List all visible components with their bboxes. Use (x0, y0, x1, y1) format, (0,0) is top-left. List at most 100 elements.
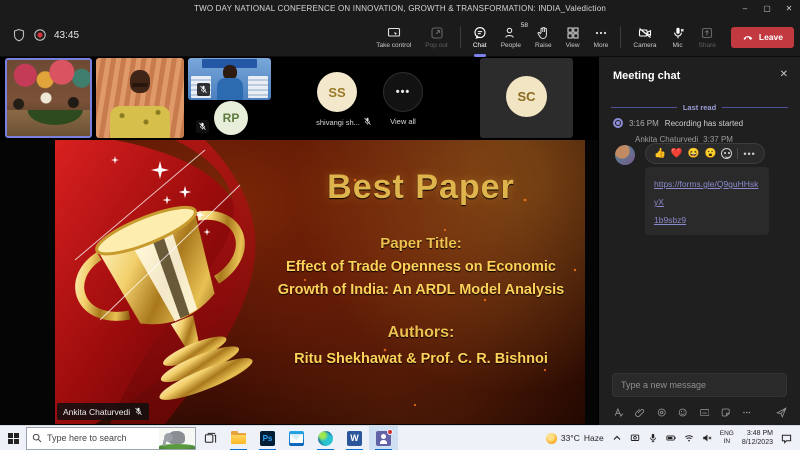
compose-more-icon[interactable] (742, 407, 751, 418)
slide-title: Best Paper (265, 168, 577, 207)
mic-muted-icon (196, 120, 209, 133)
taskbar-search[interactable] (26, 427, 196, 450)
taskbar-photoshop[interactable]: Ps (253, 426, 282, 450)
avatar-tile-sc[interactable]: SC (480, 58, 573, 138)
language-indicator[interactable]: ENG IN (720, 430, 734, 447)
meeting-timer: 43:45 (54, 30, 79, 41)
maximize-button[interactable]: ▢ (756, 0, 778, 16)
taskbar-teams[interactable] (369, 426, 398, 450)
meeting-toolbar: 43:45 Take control Pop out Chat 58 Peopl… (0, 16, 800, 57)
laugh-reaction[interactable]: 😆 (688, 149, 700, 159)
sticker-icon[interactable] (721, 407, 730, 418)
thumbs-up-reaction[interactable]: 👍 (654, 149, 666, 159)
taskbar-edge[interactable] (311, 426, 340, 450)
weather-widget[interactable]: 33°C Haze (546, 433, 604, 444)
video-tile-speaker[interactable] (96, 58, 184, 138)
hangup-icon (742, 31, 754, 43)
tray-expand-chevron[interactable] (612, 433, 622, 443)
paper-title-line1: Effect of Trade Openness on Economic (265, 259, 577, 275)
notification-dot (387, 429, 393, 435)
authors-names: Ritu Shekhawat & Prof. C. R. Bishnoi (265, 351, 577, 367)
view-button[interactable]: View (559, 19, 587, 55)
search-icon (32, 433, 42, 443)
best-paper-slide: Best Paper Paper Title: Effect of Trade … (55, 140, 585, 424)
leave-button[interactable]: Leave (731, 27, 794, 48)
tray-mic-icon[interactable] (648, 433, 658, 443)
file-explorer-icon (231, 431, 246, 446)
task-view-icon (204, 432, 217, 445)
share-button[interactable]: Share (692, 19, 723, 55)
taskbar-clock[interactable]: 3:48 PM 8/12/2023 (742, 429, 773, 448)
taskbar-mail[interactable] (282, 426, 311, 450)
more-button[interactable]: More (587, 19, 616, 55)
mic-muted-icon (363, 117, 372, 128)
task-view-button[interactable] (196, 432, 224, 445)
action-center-icon[interactable] (781, 433, 792, 444)
search-input[interactable] (47, 433, 159, 443)
chat-close-icon[interactable]: ✕ (780, 69, 788, 80)
pop-out-button[interactable]: Pop out (418, 19, 454, 55)
raise-hand-button[interactable]: Raise (528, 19, 559, 55)
people-button[interactable]: 58 People (494, 19, 528, 55)
heart-reaction[interactable]: ❤️ (671, 149, 683, 159)
tray-volume-muted-icon[interactable] (702, 433, 712, 443)
message-more-options[interactable]: ••• (743, 149, 755, 159)
toolbar-divider (620, 26, 621, 48)
new-message-input[interactable] (612, 373, 787, 397)
window-title: TWO DAY NATIONAL CONFERENCE ON INNOVATIO… (0, 4, 800, 13)
video-tile-stage-room[interactable] (5, 58, 92, 138)
reaction-settings-icon[interactable] (721, 148, 732, 159)
loop-component-icon[interactable] (657, 407, 666, 418)
take-control-button[interactable]: Take control (369, 19, 418, 55)
mail-icon (289, 431, 304, 446)
avatar-shivangi[interactable]: SS (317, 72, 357, 112)
avatar-rp[interactable]: RP (214, 101, 248, 135)
presenter-name-tag: Ankita Chaturvedi (57, 403, 149, 420)
avatar-sc: SC (506, 76, 547, 117)
minimize-button[interactable]: – (734, 0, 756, 16)
start-button[interactable] (0, 426, 26, 450)
reaction-bar: 👍 ❤️ 😆 😮 ••• (645, 143, 765, 164)
taskbar-word[interactable]: W (340, 426, 369, 450)
paper-title-label: Paper Title: (265, 235, 577, 252)
close-button[interactable]: ✕ (778, 0, 800, 16)
camera-button[interactable]: Camera (626, 19, 663, 55)
chat-icon (473, 26, 487, 40)
attach-icon[interactable] (635, 407, 644, 418)
system-tray: 33°C Haze ENG IN 3:48 PM 8/12/2023 (546, 429, 800, 448)
recording-started-event: 3:16 PM Recording has started (613, 118, 743, 128)
message-author-avatar[interactable] (615, 145, 635, 165)
edge-icon (318, 431, 333, 446)
chat-button[interactable]: Chat (466, 19, 494, 55)
send-icon[interactable] (776, 406, 787, 419)
paper-title-line2: Growth of India: An ARDL Model Analysis (265, 282, 577, 298)
mic-muted-icon (134, 407, 143, 416)
video-feed (7, 60, 90, 136)
tray-display-icon[interactable] (630, 433, 640, 443)
search-highlight-elephant-image[interactable] (159, 428, 195, 449)
event-text: Recording has started (665, 119, 743, 128)
camera-off-icon (638, 26, 652, 40)
mic-off-icon (671, 26, 685, 40)
mic-button[interactable]: Mic (664, 19, 692, 55)
weather-sun-icon (546, 433, 557, 444)
format-icon[interactable] (614, 407, 623, 418)
title-bar: TWO DAY NATIONAL CONFERENCE ON INNOVATIO… (0, 0, 800, 16)
people-count-badge: 58 (521, 22, 528, 29)
message-link[interactable]: https://forms.gle/Q9guHHskyX1b9sbz9 (654, 179, 758, 225)
taskbar-file-explorer[interactable] (224, 426, 253, 450)
view-grid-icon (566, 26, 580, 40)
emoji-icon[interactable] (678, 407, 687, 418)
tray-battery-icon[interactable] (666, 433, 676, 443)
surprised-reaction[interactable]: 😮 (705, 149, 717, 159)
tray-wifi-icon[interactable] (684, 433, 694, 443)
raise-hand-icon (536, 26, 550, 40)
compose-area (612, 373, 787, 397)
event-time: 3:16 PM (629, 119, 659, 128)
view-all-label[interactable]: View all (383, 117, 423, 126)
people-icon (504, 26, 518, 40)
toolbar-divider (460, 26, 461, 48)
more-participants-button[interactable]: ••• (383, 72, 423, 112)
chat-panel-title: Meeting chat (613, 70, 680, 82)
gif-icon[interactable]: GIF (700, 407, 709, 418)
